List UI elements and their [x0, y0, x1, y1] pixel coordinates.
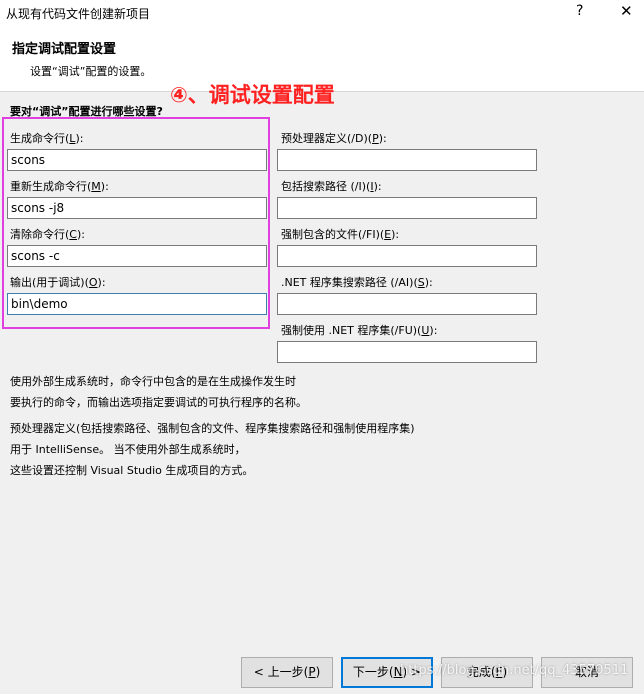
include-path-label: 包括搜索路径 (/I)(I): — [281, 180, 382, 193]
preprocessor-input[interactable] — [277, 149, 537, 171]
assembly-search-path-input[interactable] — [277, 293, 537, 315]
help-text-2: 预处理器定义(包括搜索路径、强制包含的文件、程序集搜索路径和强制使用程序集) 用… — [10, 422, 415, 477]
forced-include-input[interactable] — [277, 245, 537, 267]
page-title: 指定调试配置设置 — [12, 42, 117, 57]
build-command-input[interactable] — [7, 149, 267, 171]
step-annotation: ④、调试设置配置 — [170, 83, 335, 107]
rebuild-command-input[interactable] — [7, 197, 267, 219]
help-text-1: 使用外部生成系统时，命令行中包含的是在生成操作发生时 要执行的命令，而输出选项指… — [10, 375, 307, 409]
assembly-search-path-label: .NET 程序集搜索路径 (/AI)(S): — [281, 276, 433, 289]
forced-using-input[interactable] — [277, 341, 537, 363]
forced-using-label: 强制使用 .NET 程序集(/FU)(U): — [281, 324, 438, 337]
clean-command-input[interactable] — [7, 245, 267, 267]
help-icon[interactable]: ? — [576, 3, 583, 19]
rebuild-command-label: 重新生成命令行(M): — [10, 180, 109, 193]
output-label: 输出(用于调试)(O): — [10, 276, 106, 289]
preprocessor-label: 预处理器定义(/D)(P): — [281, 132, 387, 145]
build-command-label: 生成命令行(L): — [10, 132, 84, 145]
title-bar: 从现有代码文件创建新项目 ? ✕ — [0, 0, 644, 26]
watermark: https://blog.csdn.net/qq_43570511 — [400, 663, 629, 678]
back-button[interactable]: < 上一步(P) — [241, 657, 333, 688]
close-icon[interactable]: ✕ — [620, 2, 633, 20]
forced-include-label: 强制包含的文件(/FI)(E): — [281, 228, 400, 241]
window-title: 从现有代码文件创建新项目 — [6, 7, 151, 21]
clean-command-label: 清除命令行(C): — [10, 228, 85, 241]
page-subtitle: 设置“调试”配置的设置。 — [30, 65, 152, 78]
include-path-input[interactable] — [277, 197, 537, 219]
output-input[interactable] — [7, 293, 267, 315]
